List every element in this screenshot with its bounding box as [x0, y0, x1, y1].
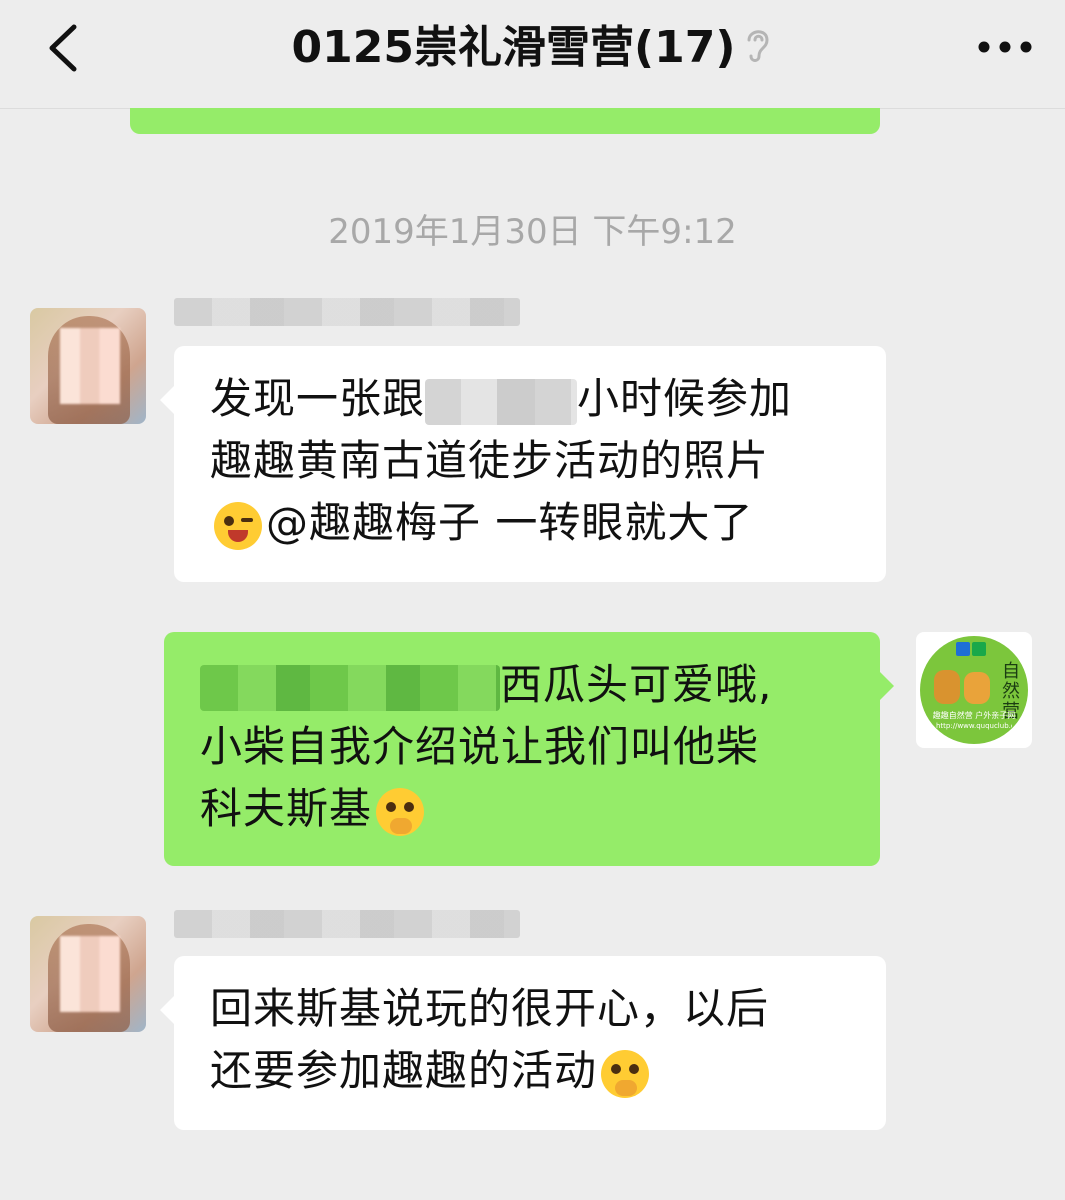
sender-name-redacted: [174, 298, 520, 326]
message-bubble[interactable]: 回来斯基说玩的很开心，以后 还要参加趣趣的活动: [160, 956, 886, 1130]
message-text: 科夫斯基: [200, 784, 373, 833]
avatar[interactable]: [30, 308, 146, 424]
logo-square-green: [972, 642, 986, 656]
message-line: 还要参加趣趣的活动: [210, 1040, 850, 1102]
redacted-text: [200, 664, 500, 711]
message-line: 趣趣黄南古道徒步活动的照片: [210, 436, 770, 485]
message-text: 还要参加趣趣的活动: [210, 1046, 598, 1095]
chat-title: 0125崇礼滑雪营(17): [0, 22, 1065, 76]
ear-icon: [743, 24, 773, 76]
message-bubble[interactable]: 发现一张跟 小时候参加 趣趣黄南古道徒步活动的照片 @趣趣梅子 一转眼就大了: [160, 346, 886, 582]
winking-tongue-emoji: [214, 501, 262, 550]
sender-name-redacted: [174, 910, 520, 938]
logo-square-blue: [956, 642, 970, 656]
avatar-face-blur: [60, 328, 120, 404]
message-line: 发现一张跟 小时候参加: [210, 368, 850, 430]
avatar-face-blur: [60, 936, 120, 1012]
message-text: 发现一张跟: [210, 374, 426, 423]
logo-band-text: 趣趣自然营 户外亲子网: [932, 711, 1016, 720]
mention-link[interactable]: @趣趣梅子: [266, 498, 481, 547]
message-text: 西瓜头可爱哦,: [500, 660, 773, 709]
more-dots-icon: [978, 41, 1032, 53]
chat-title-text: 0125崇礼滑雪营(17): [291, 22, 736, 73]
more-button[interactable]: [975, 22, 1035, 72]
redacted-text: [425, 378, 578, 425]
face-with-hand-over-mouth-emoji: [601, 1049, 650, 1098]
chat-header: 0125崇礼滑雪营(17): [0, 0, 1065, 109]
previous-message-bubble[interactable]: [130, 108, 880, 134]
message-bubble[interactable]: 西瓜头可爱哦, 小柴自我介绍说让我们叫他柴 科夫斯基: [164, 632, 894, 866]
message-text: 一转眼就大了: [481, 498, 754, 547]
message-line: 科夫斯基: [200, 778, 844, 840]
message-line: @趣趣梅子 一转眼就大了: [210, 492, 850, 554]
logo-url-text: http://www.ququclub.com: [936, 722, 1012, 730]
deer-icon: [934, 670, 960, 704]
message-line: 小柴自我介绍说让我们叫他柴: [200, 722, 760, 771]
avatar[interactable]: [30, 916, 146, 1032]
self-avatar-logo[interactable]: 自然营 趣趣自然营 户外亲子网 http://www.ququclub.com: [916, 632, 1032, 748]
message-line: 回来斯基说玩的很开心，以后: [210, 984, 770, 1033]
message-timestamp: 2019年1月30日 下午9:12: [328, 212, 737, 252]
message-text: 小时候参加: [577, 374, 793, 423]
face-with-hand-over-mouth-emoji: [376, 787, 425, 836]
deer-icon: [964, 672, 990, 704]
message-line: 西瓜头可爱哦,: [200, 654, 844, 716]
